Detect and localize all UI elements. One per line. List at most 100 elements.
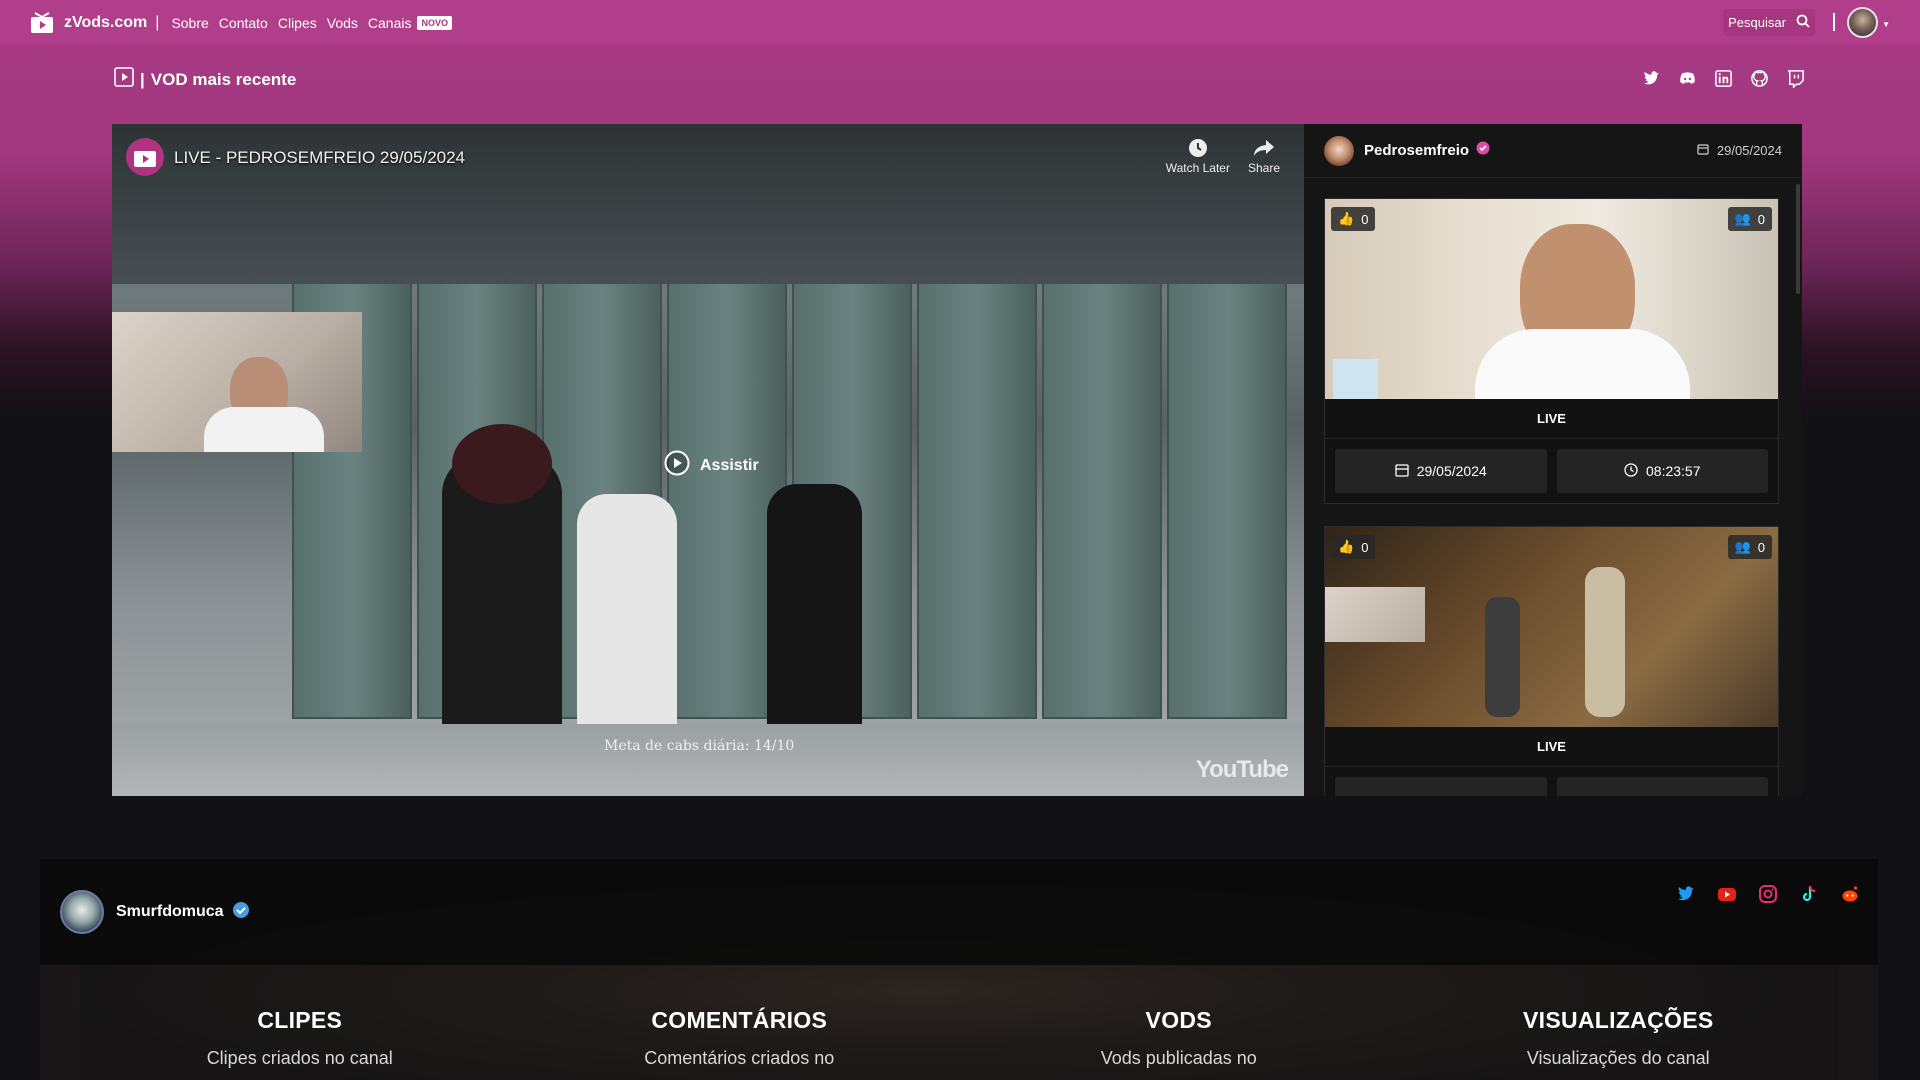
channel-stats: CLIPES Clipes criados no canal COMENTÁRI… <box>80 965 1838 1080</box>
twitch-icon[interactable] <box>1786 69 1805 89</box>
vod-sidebar: Pedrosemfreio 29/05/2024 👍 0 👥 0 LIVE 29/0… <box>1304 124 1802 796</box>
stat-comentarios[interactable]: COMENTÁRIOS Comentários criados no <box>519 965 959 1080</box>
play-circle-icon <box>664 450 690 481</box>
vod-date-button[interactable]: 29/05/2024 <box>1335 449 1547 493</box>
channel-name[interactable]: Smurfdomuca <box>116 903 224 921</box>
new-badge: NOVO <box>417 15 452 30</box>
section-separator: | <box>140 69 145 89</box>
linkedin-icon[interactable] <box>1714 69 1733 88</box>
stat-description: Comentários criados no <box>644 1048 835 1068</box>
section-title: VOD mais recente <box>150 69 297 89</box>
game-hud-text: Meta de cabs diária: 14/10 <box>604 738 795 754</box>
discord-icon[interactable] <box>1678 69 1697 88</box>
thumbs-up-icon: 👍 <box>1338 539 1355 554</box>
streamer-avatar[interactable] <box>1324 135 1354 166</box>
nav-link-vods[interactable]: Vods <box>327 15 358 31</box>
stat-vods[interactable]: VODS Vods publicadas no <box>959 965 1399 1080</box>
verified-icon <box>1476 141 1490 160</box>
stat-title: VISUALIZAÇÕES <box>1523 1007 1714 1033</box>
likes-count: 0 <box>1361 539 1369 555</box>
channel-avatar[interactable] <box>126 138 164 176</box>
viewers-count: 0 <box>1757 211 1765 227</box>
site-socials <box>1642 69 1805 89</box>
chevron-down-icon[interactable]: ▼ <box>1882 20 1890 29</box>
stat-title: COMENTÁRIOS <box>651 1007 828 1033</box>
channel-header: Smurfdomuca <box>40 859 1878 965</box>
stat-clipes[interactable]: CLIPES Clipes criados no canal <box>80 965 520 1080</box>
logo-icon[interactable] <box>30 11 54 34</box>
webcam-overlay <box>112 312 362 452</box>
stat-visualizacoes[interactable]: VISUALIZAÇÕES Visualizações do canal <box>1398 965 1838 1080</box>
sidebar-scrollbar[interactable] <box>1796 184 1800 294</box>
vod-card[interactable]: 👍 0 👥 0 LIVE 29/05/2024 08:23:57 <box>1324 198 1779 504</box>
youtube-icon[interactable] <box>1717 884 1737 904</box>
viewers-count: 0 <box>1757 539 1765 555</box>
play-label: Assistir <box>700 456 759 474</box>
play-button[interactable]: Assistir <box>664 450 759 481</box>
reddit-icon[interactable] <box>1840 884 1860 904</box>
github-icon[interactable] <box>1750 69 1769 88</box>
vod-thumbnail[interactable] <box>1325 527 1778 727</box>
vod-date-button[interactable] <box>1335 777 1547 796</box>
likes-count: 0 <box>1361 211 1369 227</box>
users-icon: 👥 <box>1734 539 1751 554</box>
channel-banner: Smurfdomuca CLIPES Clipes criados no can… <box>40 859 1878 1080</box>
vod-duration: 08:23:57 <box>1646 463 1701 479</box>
stat-title: VODS <box>1145 1007 1212 1033</box>
search-label: Pesquisar <box>1728 15 1786 30</box>
vod-status-label: LIVE <box>1325 399 1778 439</box>
top-navbar: zVods.com | Sobre Contato Clipes Vods Ca… <box>0 0 1920 45</box>
sidebar-header: Pedrosemfreio 29/05/2024 <box>1304 124 1802 178</box>
sidebar-date: 29/05/2024 <box>1697 143 1782 158</box>
viewers-badge: 👥 0 <box>1727 535 1772 559</box>
video-player[interactable]: LIVE - PEDROSEMFREIO 29/05/2024 Watch La… <box>112 124 1304 796</box>
search-button[interactable]: Pesquisar <box>1723 9 1815 36</box>
stat-description: Clipes criados no canal <box>206 1048 393 1068</box>
play-square-icon <box>114 67 134 92</box>
twitter-icon[interactable] <box>1676 884 1696 904</box>
thumbs-up-icon: 👍 <box>1338 211 1355 226</box>
channel-socials <box>1676 884 1860 904</box>
vod-status-label: LIVE <box>1325 727 1778 767</box>
watch-later-button[interactable]: Watch Later <box>1166 138 1230 175</box>
share-label: Share <box>1247 161 1280 175</box>
likes-badge: 👍 0 <box>1331 535 1376 559</box>
calendar-icon <box>1697 143 1709 158</box>
nav-link-clipes[interactable]: Clipes <box>278 15 317 31</box>
video-title[interactable]: LIVE - PEDROSEMFREIO 29/05/2024 <box>174 148 465 168</box>
stat-title: CLIPES <box>257 1007 343 1033</box>
viewers-badge: 👥 0 <box>1727 207 1772 231</box>
share-button[interactable]: Share <box>1248 138 1280 175</box>
youtube-watermark[interactable]: YouTube <box>1196 756 1289 784</box>
users-icon: 👥 <box>1734 211 1751 226</box>
nav-link-canais[interactable]: Canais <box>368 15 412 31</box>
verified-icon <box>232 901 250 924</box>
vod-meta <box>1325 767 1778 796</box>
streamer-name[interactable]: Pedrosemfreio <box>1364 142 1469 159</box>
likes-badge: 👍 0 <box>1331 207 1376 231</box>
nav-link-sobre[interactable]: Sobre <box>171 15 208 31</box>
channel-avatar[interactable] <box>60 890 104 934</box>
brand-link[interactable]: zVods.com <box>64 14 147 32</box>
user-avatar[interactable] <box>1847 7 1878 38</box>
sidebar-date-value: 29/05/2024 <box>1716 143 1782 158</box>
vod-meta: 29/05/2024 08:23:57 <box>1325 439 1778 503</box>
nav-divider <box>1833 13 1835 31</box>
clock-icon <box>1624 462 1638 480</box>
nav-link-contato[interactable]: Contato <box>219 15 268 31</box>
stat-description: Visualizações do canal <box>1526 1048 1710 1068</box>
search-icon <box>1796 14 1810 31</box>
instagram-icon[interactable] <box>1758 884 1778 904</box>
vod-date: 29/05/2024 <box>1416 463 1487 479</box>
vod-card[interactable]: 👍 0 👥 0 LIVE <box>1324 526 1779 796</box>
vod-duration-button[interactable] <box>1556 777 1768 796</box>
brand-separator: | <box>155 13 160 31</box>
watch-later-label: Watch Later <box>1165 161 1230 175</box>
tiktok-icon[interactable] <box>1799 884 1819 904</box>
share-icon <box>1248 138 1280 161</box>
vod-thumbnail[interactable] <box>1325 199 1778 399</box>
section-header: | VOD mais recente <box>114 67 296 92</box>
twitter-icon[interactable] <box>1642 69 1661 88</box>
clock-icon <box>1166 138 1230 161</box>
vod-duration-button[interactable]: 08:23:57 <box>1556 449 1768 493</box>
